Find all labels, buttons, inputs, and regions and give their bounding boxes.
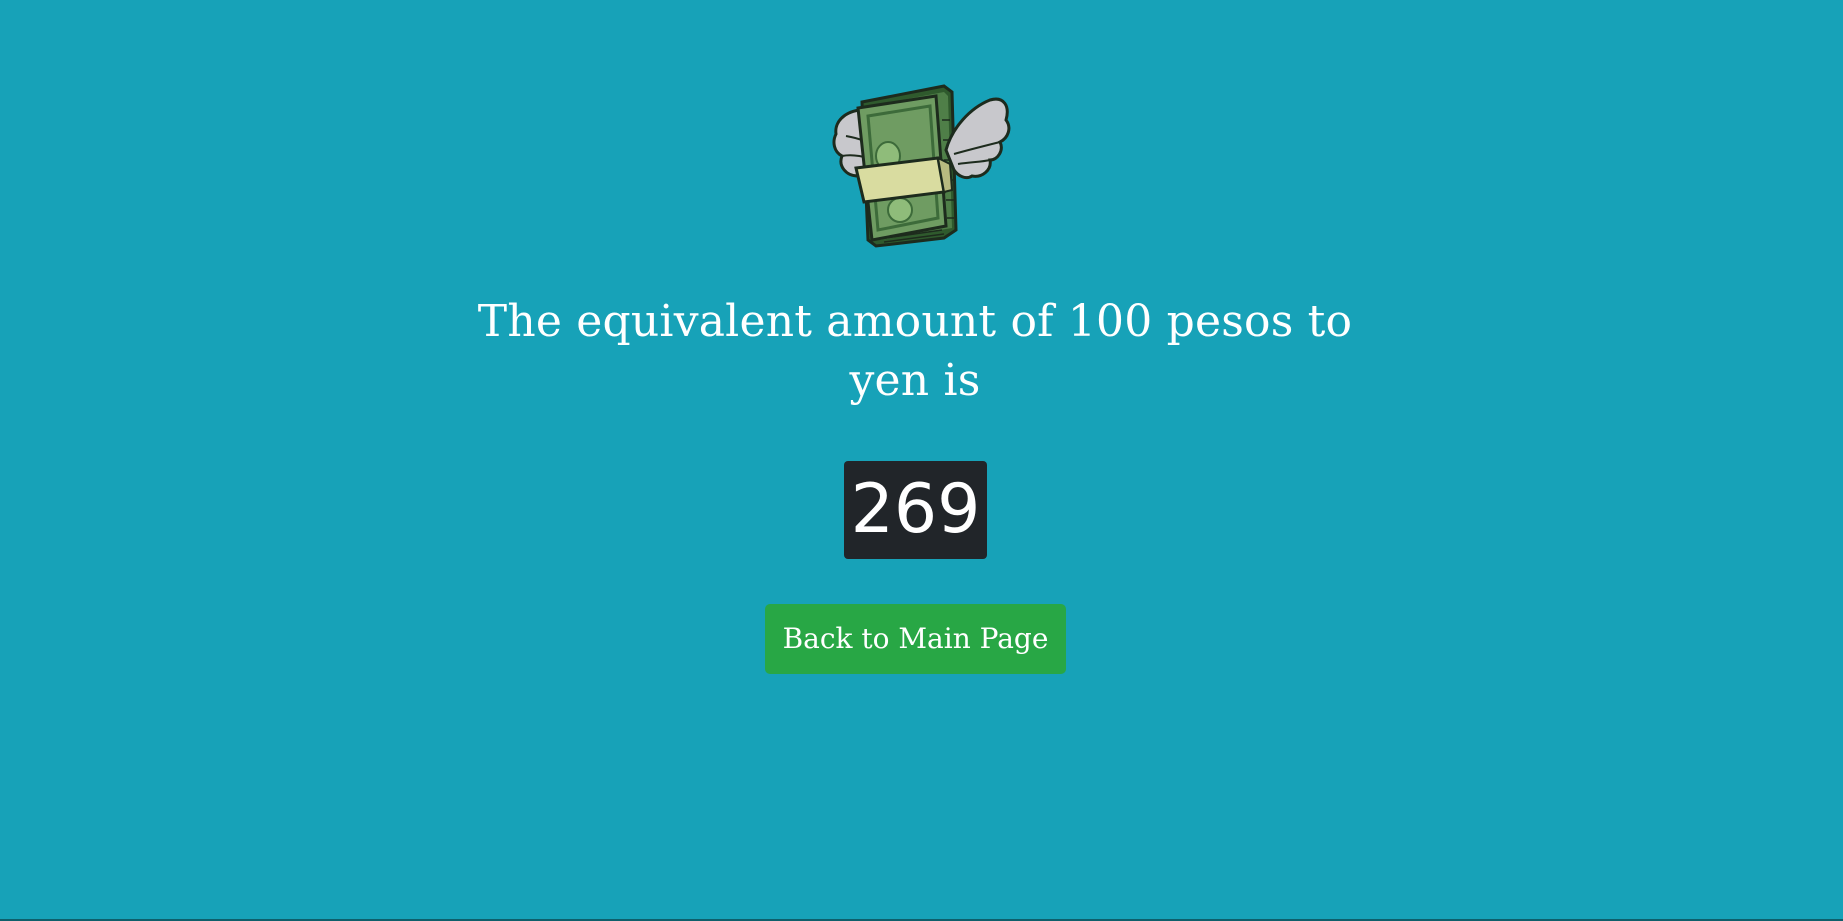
right-wing [944, 97, 1011, 180]
conversion-heading: The equivalent amount of 100 pesos to ye… [477, 296, 1353, 406]
flying-money-icon [832, 84, 1011, 248]
back-to-main-page-button[interactable]: Back to Main Page [765, 604, 1066, 674]
page: The equivalent amount of 100 pesos to ye… [0, 0, 1843, 919]
result-value-badge: 269 [844, 461, 987, 559]
